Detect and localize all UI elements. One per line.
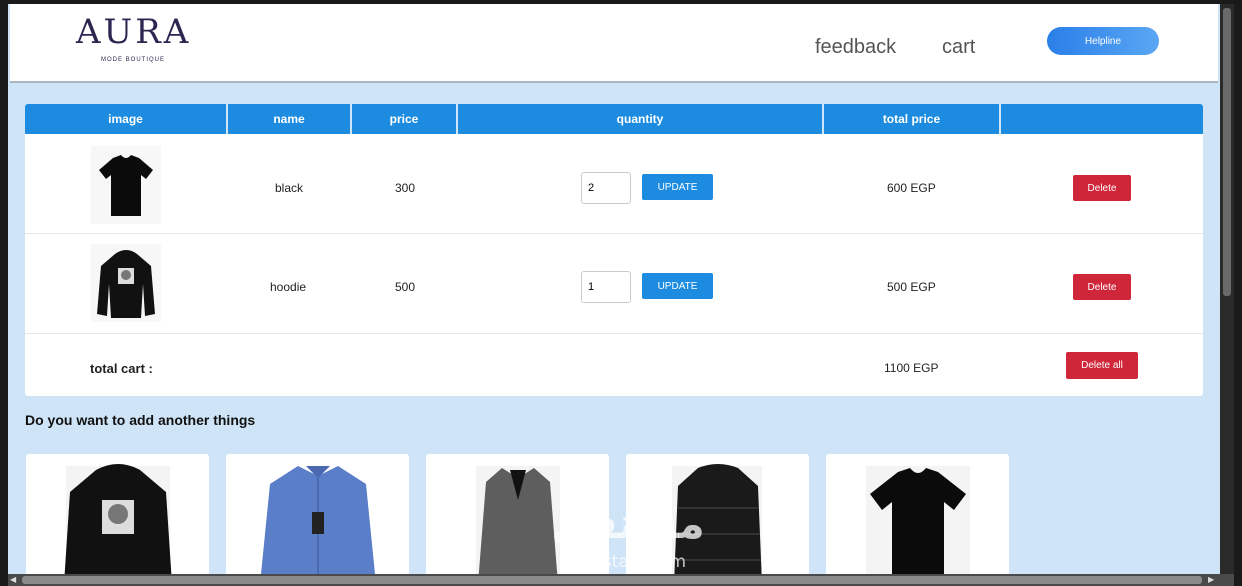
shirt-icon (261, 466, 375, 574)
browser-viewport: AURA MODE BOUTIQUE feedback cart Helplin… (8, 4, 1220, 574)
product-name: hoodie (270, 280, 307, 294)
suggested-product-card[interactable] (826, 454, 1009, 574)
watermark-logo: مستقل (551, 499, 705, 548)
scroll-left-arrow-icon[interactable]: ◀ (10, 575, 16, 584)
column-header-name: name (228, 104, 352, 134)
row-total-price: 500 EGP (887, 280, 936, 294)
delete-all-button[interactable]: Delete all (1066, 352, 1138, 379)
suggested-product-card[interactable] (226, 454, 409, 574)
hoodie-icon (64, 464, 172, 574)
aura-logo[interactable]: AURA MODE BOUTIQUE (76, 12, 196, 68)
tshirt-icon (99, 155, 153, 216)
product-image-black-hoodie (91, 244, 161, 322)
hoodie-icon (97, 250, 155, 318)
cart-row: black 300 UPDATE 600 EGP Delete (25, 135, 1203, 234)
logo-text: AURA (76, 12, 192, 52)
column-header-image: image (25, 104, 228, 134)
total-cart-label: total cart : (90, 361, 153, 376)
nav-feedback-link[interactable]: feedback (815, 36, 896, 59)
suggestions-title: Do you want to add another things (25, 412, 256, 428)
column-header-total-price: total price (824, 104, 1001, 134)
nav-cart-link[interactable]: cart (942, 36, 975, 59)
suggested-product-card[interactable] (26, 454, 209, 574)
tshirt-icon (866, 466, 970, 574)
watermark-url: mostaql.com (575, 552, 687, 572)
total-cart-value: 1100 EGP (884, 361, 939, 375)
quantity-input[interactable] (581, 271, 631, 303)
update-button[interactable]: UPDATE (642, 273, 713, 299)
update-button[interactable]: UPDATE (642, 174, 713, 200)
column-header-quantity: quantity (458, 104, 824, 134)
horizontal-scrollbar[interactable]: ◀ ▶ (8, 574, 1234, 586)
product-price: 300 (395, 181, 416, 195)
logo-subtitle: MODE BOUTIQUE (101, 57, 166, 63)
site-header: AURA MODE BOUTIQUE feedback cart Helplin… (10, 4, 1218, 83)
product-image-black-tshirt (91, 146, 161, 224)
product-name: black (275, 181, 304, 195)
column-header-actions (1001, 104, 1203, 134)
scroll-right-arrow-icon[interactable]: ▶ (1208, 575, 1214, 584)
cart-row: hoodie 500 UPDATE 500 EGP Delete (25, 235, 1203, 334)
row-total-price: 600 EGP (887, 181, 936, 195)
delete-button[interactable]: Delete (1073, 175, 1131, 201)
quantity-input[interactable] (581, 172, 631, 204)
product-price: 500 (395, 280, 416, 294)
vertical-scrollbar-thumb[interactable] (1223, 8, 1231, 296)
vertical-scrollbar[interactable] (1220, 4, 1234, 574)
helpline-button[interactable]: Helpline (1047, 27, 1159, 55)
cart-table-header: image name price quantity total price (25, 104, 1203, 134)
delete-button[interactable]: Delete (1073, 274, 1131, 300)
column-header-price: price (352, 104, 458, 134)
cart-table: image name price quantity total price bl… (25, 104, 1203, 396)
horizontal-scrollbar-thumb[interactable] (22, 576, 1202, 584)
